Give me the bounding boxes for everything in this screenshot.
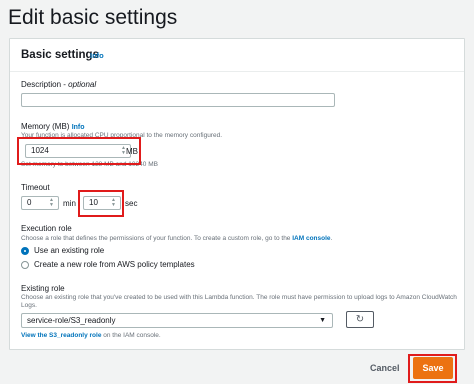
timeout-minutes-input[interactable]: 0 ▲ ▼ [21, 196, 59, 210]
minutes-unit: min [63, 199, 76, 208]
minutes-stepper-icon[interactable]: ▲ ▼ [49, 198, 54, 208]
memory-label: Memory (MB) Info [21, 122, 85, 131]
existing-role-hint: Choose an existing role that you've crea… [21, 294, 457, 309]
existing-role-select[interactable]: service-role/S3_readonly ▼ [21, 313, 333, 328]
timeout-label: Timeout [21, 183, 50, 192]
create-new-role-radio[interactable] [21, 261, 29, 269]
existing-role-selected: service-role/S3_readonly [27, 316, 116, 325]
basic-settings-info-link[interactable]: Info [90, 51, 104, 60]
refresh-roles-button[interactable]: ↻ [346, 311, 374, 328]
save-highlight [408, 354, 457, 383]
iam-console-link[interactable]: IAM console [292, 235, 330, 242]
memory-highlight [17, 137, 141, 165]
create-new-role-label[interactable]: Create a new role from AWS policy templa… [34, 260, 195, 269]
view-role-link-text: View the S3_readonly role on the IAM con… [21, 332, 161, 339]
basic-settings-panel: Basic settings Info Description - option… [9, 38, 465, 350]
memory-label-text: Memory (MB) [21, 122, 70, 131]
execution-role-hint: Choose a role that defines the permissio… [21, 235, 333, 242]
existing-role-label: Existing role [21, 284, 65, 293]
timeout-seconds-highlight [78, 190, 124, 217]
view-role-suffix: on the IAM console. [101, 332, 161, 339]
description-label: Description - optional [21, 80, 97, 89]
execution-role-label: Execution role [21, 224, 72, 233]
panel-title: Basic settings [21, 49, 99, 61]
optional-tag: optional [68, 80, 97, 89]
page-title: Edit basic settings [8, 6, 178, 29]
execution-role-hint-text: Choose a role that defines the permissio… [21, 235, 293, 242]
description-label-text: Description [21, 80, 62, 89]
description-input[interactable] [21, 93, 335, 107]
use-existing-role-radio[interactable] [21, 247, 29, 255]
use-existing-role-label[interactable]: Use an existing role [34, 246, 104, 255]
panel-header: Basic settings Info [10, 39, 464, 72]
refresh-icon: ↻ [355, 314, 365, 325]
seconds-unit: sec [125, 199, 138, 208]
memory-info-link[interactable]: Info [72, 124, 85, 131]
cancel-button[interactable]: Cancel [370, 363, 400, 373]
chevron-down-icon: ▼ [319, 317, 326, 324]
view-role-link[interactable]: View the S3_readonly role [21, 332, 101, 339]
timeout-minutes-value: 0 [27, 198, 32, 207]
